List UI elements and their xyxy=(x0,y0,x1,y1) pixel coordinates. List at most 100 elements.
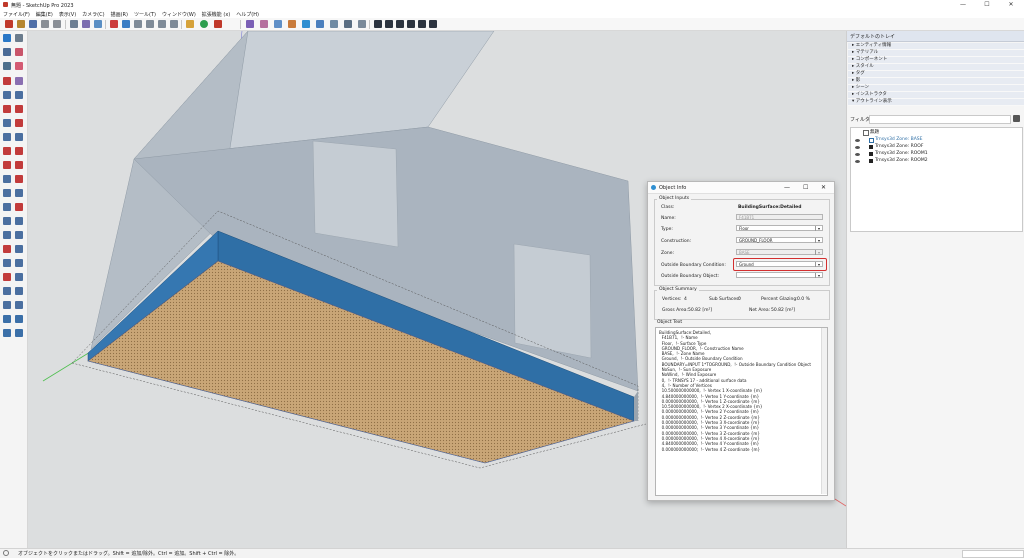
section-alt-icon[interactable] xyxy=(15,301,23,309)
outliner-item-base[interactable]: Trnsys3d Zone: BASE xyxy=(875,137,922,142)
paint-bucket-icon[interactable] xyxy=(3,48,11,56)
dialog-close-button[interactable]: ✕ xyxy=(821,184,826,191)
visibility-eye-icon[interactable] xyxy=(855,139,860,142)
section-plane-icon[interactable] xyxy=(3,231,11,239)
wireframe-icon[interactable] xyxy=(186,20,194,28)
polygon-icon[interactable] xyxy=(15,105,23,113)
stop-icon[interactable] xyxy=(214,20,222,28)
panel-outliner[interactable]: ▾ アウトライン表示 xyxy=(848,99,1024,106)
follow-me-icon[interactable] xyxy=(15,161,23,169)
close-button[interactable]: ✕ xyxy=(1000,1,1022,9)
maximize-button[interactable]: ☐ xyxy=(976,1,998,9)
protractor-icon[interactable] xyxy=(3,203,11,211)
panel-entity-info[interactable]: ▸ エンティティ情報 xyxy=(848,43,1024,50)
panel-styles[interactable]: ▸ スタイル xyxy=(848,64,1024,71)
save-icon[interactable] xyxy=(29,20,37,28)
three-d-text-icon[interactable] xyxy=(15,217,23,225)
render-mode-icon[interactable] xyxy=(316,20,324,28)
trnsys-shading-icon[interactable] xyxy=(288,20,296,28)
pan-icon[interactable] xyxy=(15,245,23,253)
zone-select[interactable]: BASE ▾ xyxy=(736,249,823,255)
menu-help[interactable]: ヘルプ(H) xyxy=(233,10,262,18)
panel-materials[interactable]: ▸ マテリアル xyxy=(848,50,1024,57)
right-view-icon[interactable] xyxy=(146,20,154,28)
trnsys-window-icon[interactable] xyxy=(274,20,282,28)
walk-alt-icon[interactable] xyxy=(3,301,11,309)
open-icon[interactable] xyxy=(17,20,25,28)
menu-tools[interactable]: ツール(T) xyxy=(131,10,159,18)
rewind-icon[interactable] xyxy=(396,20,404,28)
orbit-icon[interactable] xyxy=(3,245,11,253)
skip-back-icon[interactable] xyxy=(385,20,393,28)
zoom-extents-icon[interactable] xyxy=(3,273,11,281)
circle-icon[interactable] xyxy=(3,105,11,113)
trnsys-zone-icon[interactable] xyxy=(246,20,254,28)
info-icon[interactable] xyxy=(3,550,9,556)
cut-icon[interactable] xyxy=(41,20,49,28)
rectangle-icon[interactable] xyxy=(3,91,11,99)
extension-manager-icon[interactable] xyxy=(15,329,23,337)
offset-icon[interactable] xyxy=(15,175,23,183)
trnsys-surface-icon[interactable] xyxy=(260,20,268,28)
globe-icon[interactable] xyxy=(200,20,208,28)
three-point-arc-icon[interactable] xyxy=(3,133,11,141)
outliner-item-room1[interactable]: Trnsys3d Zone: ROOM1 xyxy=(875,151,928,156)
left-view-icon[interactable] xyxy=(170,20,178,28)
copy-icon[interactable] xyxy=(53,20,61,28)
undo-icon[interactable] xyxy=(94,20,102,28)
zoom-icon[interactable] xyxy=(3,259,11,267)
lasso-icon[interactable] xyxy=(15,34,23,42)
outliner-item-room2[interactable]: Trnsys3d Zone: ROOM2 xyxy=(875,158,928,163)
iso-view-icon[interactable] xyxy=(110,20,118,28)
panel-instructor[interactable]: ▸ インストラクタ xyxy=(848,92,1024,99)
paste-icon[interactable] xyxy=(70,20,78,28)
arc-icon[interactable] xyxy=(3,119,11,127)
previous-view-icon[interactable] xyxy=(15,273,23,281)
menu-file[interactable]: ファイル(F) xyxy=(0,10,33,18)
tape-measure-icon[interactable] xyxy=(3,189,11,197)
rotated-rectangle-icon[interactable] xyxy=(15,91,23,99)
line-icon[interactable] xyxy=(3,77,11,85)
panel-tags[interactable]: ▸ タグ xyxy=(848,71,1024,78)
panel-components[interactable]: ▸ コンポーネント xyxy=(848,57,1024,64)
construction-select[interactable]: GROUND_FLOOR ▾ xyxy=(736,237,823,243)
render-by-zone-icon[interactable] xyxy=(344,20,352,28)
step-forward-icon[interactable] xyxy=(418,20,426,28)
panel-shadows[interactable]: ▸ 影 xyxy=(848,78,1024,85)
look-around-icon[interactable] xyxy=(15,287,23,295)
dialog-maximize-button[interactable]: ☐ xyxy=(803,184,808,191)
new-icon[interactable] xyxy=(5,20,13,28)
zoom-window-icon[interactable] xyxy=(15,259,23,267)
menu-draw[interactable]: 描画(R) xyxy=(108,10,131,18)
object-info-icon[interactable] xyxy=(302,20,310,28)
panel-scenes[interactable]: ▸ シーン xyxy=(848,85,1024,92)
push-pull-icon[interactable] xyxy=(15,147,23,155)
menu-extensions[interactable]: 拡張機能 (x) xyxy=(199,10,233,18)
position-camera-icon[interactable] xyxy=(3,287,11,295)
two-point-arc-icon[interactable] xyxy=(15,119,23,127)
eraser-icon[interactable] xyxy=(15,48,23,56)
play-icon[interactable] xyxy=(374,20,382,28)
eraser-alt-icon[interactable] xyxy=(15,62,23,70)
step-back-icon[interactable] xyxy=(407,20,415,28)
object-text-area[interactable]: BuildingSurface:Detailed, F41B71, !- Nam… xyxy=(655,327,828,496)
visibility-eye-icon[interactable] xyxy=(855,153,860,156)
scale-icon[interactable] xyxy=(3,175,11,183)
dialog-minimize-button[interactable]: — xyxy=(784,184,790,191)
top-view-icon[interactable] xyxy=(122,20,130,28)
outside-boundary-object-select[interactable]: ▾ xyxy=(736,272,823,278)
surface-matching-icon[interactable] xyxy=(358,20,366,28)
menu-window[interactable]: ウィンドウ(W) xyxy=(159,10,199,18)
outliner-root[interactable]: 無題 xyxy=(870,129,879,135)
rotate-icon[interactable] xyxy=(3,161,11,169)
text-icon[interactable] xyxy=(15,203,23,211)
send-to-layout-icon[interactable] xyxy=(3,329,11,337)
minimize-button[interactable]: — xyxy=(952,1,974,9)
filter-input[interactable] xyxy=(869,115,1011,124)
type-select[interactable]: Floor ▾ xyxy=(736,225,823,231)
select-icon[interactable] xyxy=(3,34,11,42)
dimension-icon[interactable] xyxy=(15,189,23,197)
skip-forward-icon[interactable] xyxy=(429,20,437,28)
front-view-icon[interactable] xyxy=(134,20,142,28)
freehand-icon[interactable] xyxy=(15,77,23,85)
